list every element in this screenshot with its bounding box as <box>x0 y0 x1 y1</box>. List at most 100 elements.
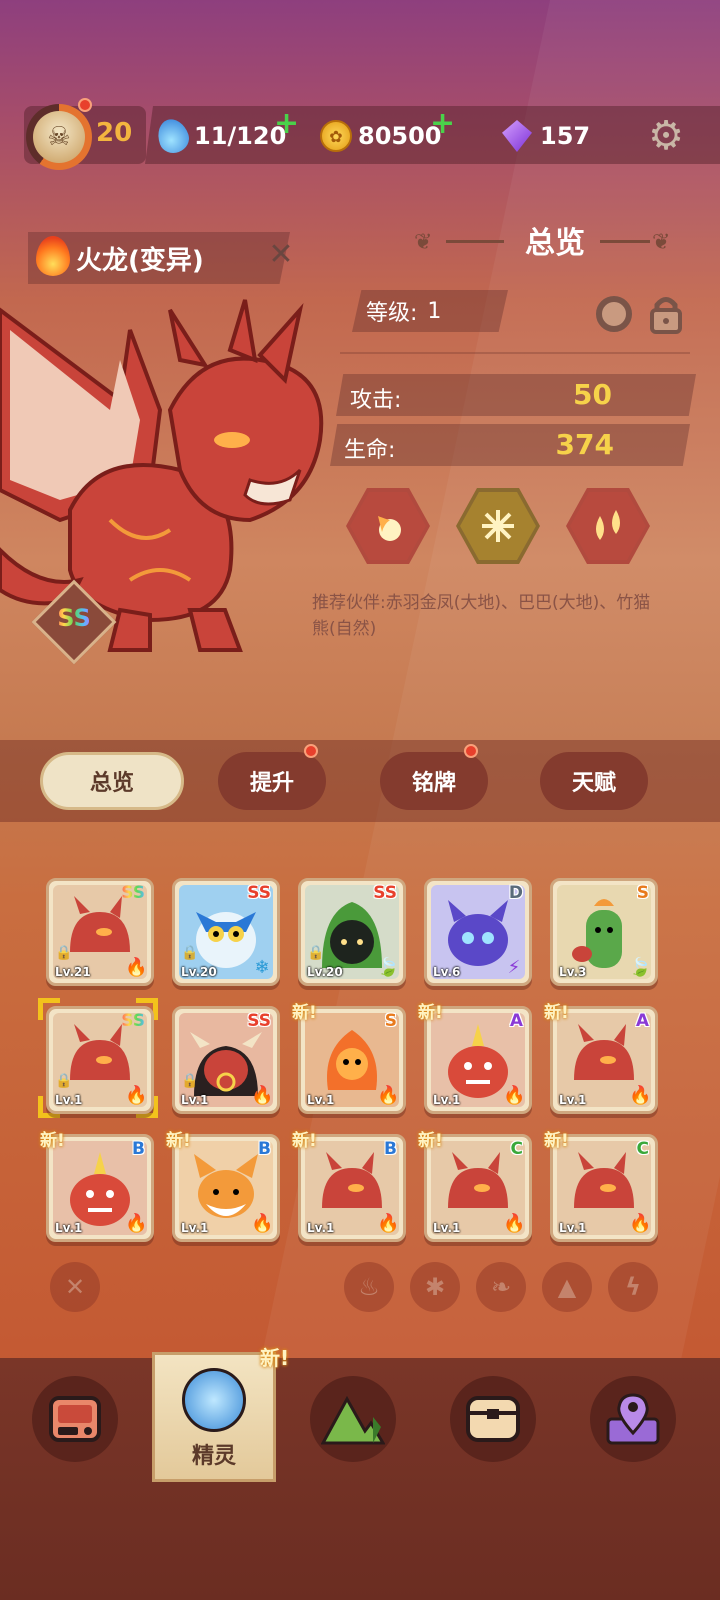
tab-nameplate-label: 铭牌 <box>411 771 456 796</box>
pet-card-level: Lv.1 <box>433 1093 461 1107</box>
recommended-partners-text: 推荐伙伴:赤羽金凤(大地)、巴巴(大地)、竹猫熊(自然) <box>312 593 651 639</box>
fire-element-icon: 🔥 <box>503 1213 526 1234</box>
fire-element-icon <box>36 236 70 276</box>
pet-card-level: Lv.1 <box>307 1221 335 1235</box>
pet-card-rank: C <box>510 1139 523 1159</box>
pet-card-rank: S <box>636 883 649 903</box>
pet-card-rank: B <box>132 1139 145 1159</box>
pet-card-selected[interactable]: SS 🔒 Lv.1 🔥 <box>46 1006 154 1114</box>
pet-card-level: Lv.20 <box>181 965 217 979</box>
pet-level-box: 等级: 1 <box>352 290 508 332</box>
purple-gem-icon <box>502 120 532 152</box>
fire-element-filter-icon[interactable]: ♨ <box>344 1262 394 1312</box>
pet-card-level: Lv.3 <box>559 965 587 979</box>
stamina-value: 11/120 <box>194 122 287 150</box>
pet-card[interactable]: SS 🔒 Lv.20 ❄ <box>172 878 280 986</box>
pet-card-rank: SS <box>121 1011 145 1031</box>
nav-console[interactable] <box>32 1376 118 1462</box>
pet-orb-icon <box>182 1368 246 1432</box>
close-icon[interactable]: ✕ <box>266 240 296 270</box>
ice-element-icon: ❄ <box>254 957 270 978</box>
attack-stat-row: 攻击: 50 <box>336 374 696 416</box>
settings-gear-icon[interactable]: ⚙ <box>644 114 688 158</box>
lightning-element-icon: ⚡ <box>507 957 521 978</box>
pet-card-level: Lv.1 <box>181 1221 209 1235</box>
map-pin-icon <box>606 1393 660 1445</box>
tab-talent[interactable]: 天赋 <box>540 752 648 810</box>
lock-icon: 🔒 <box>181 1073 199 1089</box>
earth-element-filter-icon[interactable]: ▲ <box>542 1262 592 1312</box>
pet-card[interactable]: SS 🔒 Lv.1 🔥 <box>172 1006 280 1114</box>
mountain-icon <box>321 1395 385 1445</box>
lock-icon: 🔒 <box>181 945 199 961</box>
pet-card-rank: A <box>635 1011 649 1031</box>
fire-element-icon: 🔥 <box>251 1213 274 1234</box>
tab-nameplate[interactable]: 铭牌 <box>380 752 488 810</box>
pet-card-rank: SS <box>247 1011 271 1031</box>
twin-flame-skill-icon <box>570 492 646 560</box>
fire-element-icon: 🔥 <box>125 1085 148 1106</box>
tab-overview[interactable]: 总览 <box>40 752 184 810</box>
coin-display: ✿ 80500 <box>320 116 442 156</box>
attack-label: 攻击: <box>350 388 402 413</box>
upgrade-notification-dot <box>304 744 318 758</box>
nameplate-notification-dot <box>464 744 478 758</box>
nav-chest[interactable] <box>450 1376 536 1462</box>
player-avatar[interactable]: ☠ <box>26 104 92 170</box>
title-ornament-right-icon: ❦ <box>652 230 671 255</box>
nav-adventure[interactable] <box>310 1376 396 1462</box>
level-value: 1 <box>427 298 442 324</box>
pet-card[interactable]: SS 🔒 Lv.21 🔥 <box>46 878 154 986</box>
hp-value: 374 <box>555 428 614 461</box>
pet-name: 火龙(变异) <box>76 245 204 276</box>
lock-icon: 🔒 <box>55 1073 73 1089</box>
nature-element-icon: 🍃 <box>377 957 400 978</box>
attack-value: 50 <box>573 378 612 411</box>
crossed-claws-skill-icon <box>460 492 536 560</box>
pet-card-level: Lv.1 <box>559 1093 587 1107</box>
pet-card-level: Lv.20 <box>307 965 343 979</box>
ice-element-filter-icon[interactable]: ✱ <box>410 1262 460 1312</box>
new-tag: 新! <box>292 1003 317 1023</box>
clear-filter-icon[interactable]: ✕ <box>50 1262 100 1312</box>
pet-card-rank: SS <box>247 883 271 903</box>
add-stamina-button[interactable]: + <box>274 106 299 141</box>
fire-element-icon: 🔥 <box>377 1085 400 1106</box>
pet-card-level: Lv.1 <box>181 1093 209 1107</box>
pet-card[interactable]: S Lv.3 🍃 <box>550 878 658 986</box>
nav-pets-label: 精灵 <box>191 1444 236 1469</box>
lock-icon: 🔒 <box>55 945 73 961</box>
pet-card-rank: C <box>636 1139 649 1159</box>
nav-map[interactable] <box>590 1376 676 1462</box>
target-circle-icon[interactable] <box>596 296 632 332</box>
pet-card-rank: A <box>509 1011 523 1031</box>
lightning-element-filter-icon[interactable]: ϟ <box>608 1262 658 1312</box>
pet-card[interactable]: D Lv.6 ⚡ <box>424 878 532 986</box>
nature-element-icon: 🍃 <box>629 957 652 978</box>
pet-card[interactable]: SS 🔒 Lv.20 🍃 <box>298 878 406 986</box>
add-coins-button[interactable]: + <box>430 106 455 141</box>
coin-value: 80500 <box>358 122 442 150</box>
fire-element-icon: 🔥 <box>629 1085 652 1106</box>
paw-coin-icon: ✿ <box>320 120 352 152</box>
pet-card-level: Lv.1 <box>433 1221 461 1235</box>
tab-upgrade[interactable]: 提升 <box>218 752 326 810</box>
fire-element-icon: 🔥 <box>377 1213 400 1234</box>
lock-icon[interactable] <box>648 294 684 334</box>
pet-card-level: Lv.1 <box>307 1093 335 1107</box>
new-tag: 新! <box>40 1131 65 1151</box>
pet-card-rank: B <box>384 1139 397 1159</box>
tab-upgrade-label: 提升 <box>249 771 294 796</box>
water-drop-icon <box>153 114 193 158</box>
avatar-portrait-icon: ☠ <box>33 111 85 163</box>
panel-separator <box>340 352 690 354</box>
skill-slot-1[interactable] <box>346 488 430 564</box>
nature-element-filter-icon[interactable]: ❧ <box>476 1262 526 1312</box>
lock-icon: 🔒 <box>307 945 325 961</box>
pet-card-level: Lv.1 <box>55 1221 83 1235</box>
pet-card-level: Lv.1 <box>559 1221 587 1235</box>
fire-element-icon: 🔥 <box>629 1213 652 1234</box>
fire-element-icon: 🔥 <box>125 957 148 978</box>
console-icon <box>49 1396 101 1442</box>
new-tag: 新! <box>166 1131 191 1151</box>
